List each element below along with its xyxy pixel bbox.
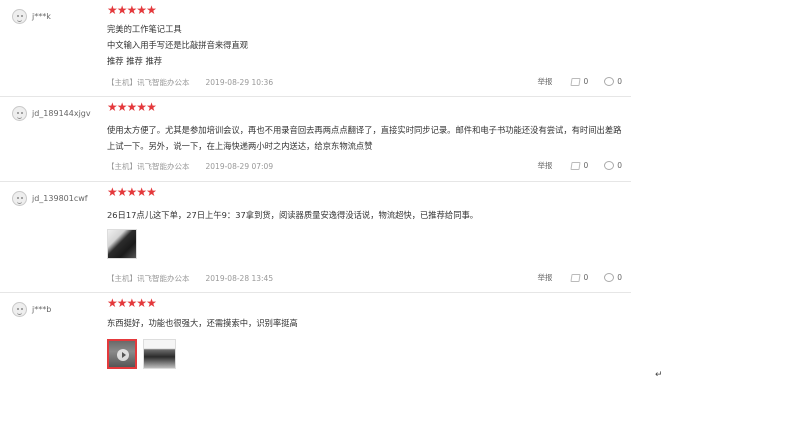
review-line: 中文输入用手写还是比敲拼音来得直观	[107, 40, 249, 50]
star-icon: ★	[116, 185, 128, 199]
thumbs-up-icon	[570, 273, 581, 282]
like-count: 0	[583, 161, 589, 170]
star-icon: ★	[126, 296, 138, 310]
like-count: 0	[583, 273, 589, 282]
review-text: 26日17点儿这下单，27日上午9：37拿到货，阅读器质量安逸得没话说，物流超快…	[107, 207, 622, 223]
thumbs-up-icon	[570, 77, 581, 86]
star-icon: ★	[116, 100, 128, 114]
review-item: jd_189144xjgv ★ ★ ★ ★ ★ 使用太方便了。尤其是参加培训会议，再也不…	[0, 97, 631, 182]
star-icon: ★	[116, 3, 128, 17]
review-line: 26日17点儿这下单，27日上午9：37拿到货，阅读器质量安逸得没话说，物流超快…	[107, 210, 479, 220]
play-icon	[117, 349, 129, 361]
star-icon: ★	[126, 3, 138, 17]
reviewer: jd_189144xjgv	[12, 106, 91, 121]
review-text: 完美的工作笔记工具 中文输入用手写还是比敲拼音来得直观 推荐 推荐 推荐	[107, 21, 622, 69]
like-button[interactable]: 0	[570, 77, 589, 86]
report-link[interactable]: 举报	[537, 160, 552, 171]
star-icon: ★	[126, 185, 138, 199]
star-icon: ★	[116, 296, 128, 310]
avatar	[12, 191, 27, 206]
like-count: 0	[583, 77, 589, 86]
review-line: 完美的工作笔记工具	[107, 24, 182, 34]
comment-icon	[604, 161, 615, 170]
reply-count: 0	[617, 77, 622, 86]
review-meta: 【主机】讯飞智能办公本 2019-08-29 10:36	[107, 77, 273, 88]
review-list: j***k ★ ★ ★ ★ ★ 完美的工作笔记工具 中文输入用手写还是比敲拼音来得直观 …	[0, 0, 631, 383]
username[interactable]: j***b	[32, 305, 51, 314]
star-rating: ★ ★ ★ ★ ★	[107, 296, 157, 310]
review-date: 2019-08-29 07:09	[205, 162, 274, 171]
star-icon: ★	[126, 100, 138, 114]
star-icon: ★	[107, 100, 118, 114]
star-icon: ★	[146, 100, 157, 114]
star-icon: ★	[107, 185, 118, 199]
like-button[interactable]: 0	[570, 273, 589, 282]
avatar	[12, 106, 27, 121]
report-link[interactable]: 举报	[537, 272, 552, 283]
review-actions: 举报 0 0	[537, 272, 622, 283]
reply-button[interactable]: 0	[604, 77, 622, 86]
comment-icon	[604, 77, 615, 86]
username[interactable]: jd_139801cwf	[32, 194, 88, 203]
star-icon: ★	[107, 296, 118, 310]
review-item: jd_139801cwf ★ ★ ★ ★ ★ 26日17点儿这下单，27日上午9：37拿…	[0, 182, 631, 293]
avatar	[12, 9, 27, 24]
star-icon: ★	[136, 3, 147, 17]
review-photo[interactable]	[107, 229, 137, 259]
star-rating: ★ ★ ★ ★ ★	[107, 100, 157, 114]
review-meta: 【主机】讯飞智能办公本 2019-08-29 07:09	[107, 161, 273, 172]
star-icon: ★	[146, 3, 157, 17]
like-button[interactable]: 0	[570, 161, 589, 170]
star-icon: ★	[136, 296, 147, 310]
star-rating: ★ ★ ★ ★ ★	[107, 3, 157, 17]
thumbs-up-icon	[570, 161, 581, 170]
product-variant: 【主机】讯飞智能办公本	[107, 78, 190, 87]
review-line: 推荐 推荐 推荐	[107, 56, 163, 66]
username[interactable]: j***k	[32, 12, 51, 21]
star-icon: ★	[136, 185, 147, 199]
username[interactable]: jd_189144xjgv	[32, 109, 91, 118]
review-actions: 举报 0 0	[537, 160, 622, 171]
reviewer: jd_139801cwf	[12, 191, 88, 206]
review-actions: 举报 0 0	[537, 76, 622, 87]
review-date: 2019-08-28 13:45	[205, 274, 274, 283]
reviewer: j***k	[12, 9, 51, 24]
review-item: j***k ★ ★ ★ ★ ★ 完美的工作笔记工具 中文输入用手写还是比敲拼音来得直观 …	[0, 0, 631, 97]
star-icon: ★	[136, 100, 147, 114]
star-icon: ★	[146, 296, 157, 310]
product-variant: 【主机】讯飞智能办公本	[107, 162, 190, 171]
avatar	[12, 302, 27, 317]
review-photos	[107, 229, 143, 259]
review-text: 使用太方便了。尤其是参加培训会议，再也不用录音回去再两点点翻译了，直接实时同步记…	[107, 122, 622, 154]
review-line: 使用太方便了。尤其是参加培训会议，再也不用录音回去再两点点翻译了，直接实时同步记…	[107, 125, 622, 151]
review-photos	[107, 339, 182, 369]
product-variant: 【主机】讯飞智能办公本	[107, 274, 190, 283]
reply-count: 0	[617, 161, 622, 170]
review-meta: 【主机】讯飞智能办公本 2019-08-28 13:45	[107, 273, 273, 284]
review-text: 东西挺好，功能也很强大，还需摸索中，识别率挺高	[107, 315, 622, 331]
reply-count: 0	[617, 273, 622, 282]
star-icon: ★	[107, 3, 118, 17]
review-item: j***b ★ ★ ★ ★ ★ 东西挺好，功能也很强大，还需摸索中，识别率挺高	[0, 293, 631, 383]
review-line: 东西挺好，功能也很强大，还需摸索中，识别率挺高	[107, 318, 298, 328]
star-rating: ★ ★ ★ ★ ★	[107, 185, 157, 199]
comment-icon	[604, 273, 615, 282]
reply-button[interactable]: 0	[604, 161, 622, 170]
review-video-thumbnail[interactable]	[107, 339, 137, 369]
report-link[interactable]: 举报	[537, 76, 552, 87]
reviewer: j***b	[12, 302, 51, 317]
review-photo[interactable]	[143, 339, 176, 369]
review-date: 2019-08-29 10:36	[205, 78, 274, 87]
star-icon: ★	[146, 185, 157, 199]
reply-button[interactable]: 0	[604, 273, 622, 282]
paragraph-mark-icon: ↵	[655, 370, 663, 380]
